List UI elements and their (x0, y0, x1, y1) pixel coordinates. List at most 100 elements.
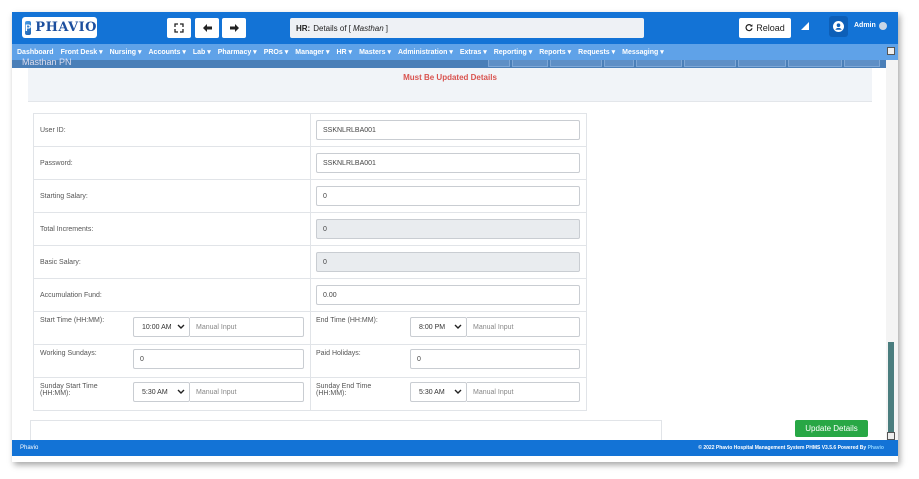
employee-name: Masthan PN (22, 57, 72, 67)
menu-hr[interactable]: HR ▾ (336, 48, 352, 56)
start-time-select[interactable]: 10:00 AM (133, 317, 190, 337)
sunday-end-time-label: Sunday End Time (HH:MM): (316, 383, 371, 397)
sunday-start-time-manual-input[interactable]: Manual Input (190, 382, 304, 402)
logo[interactable]: P PHAVIO (22, 17, 97, 38)
form-row-sundays-holidays: Working Sundays: 0 Paid Holidays: 0 (34, 345, 586, 378)
fullscreen-button[interactable] (167, 18, 191, 38)
end-time-value: 8:00 PM (419, 323, 446, 331)
menu-masters[interactable]: Masters ▾ (359, 48, 391, 56)
menu-reports[interactable]: Reports ▾ (539, 48, 571, 56)
divider (310, 345, 311, 377)
forward-button[interactable] (222, 18, 246, 38)
refresh-icon (745, 24, 753, 32)
sunday-end-time-label-line2: (HH:MM): (316, 390, 347, 397)
form-row-basic-salary: Basic Salary: 0 (34, 246, 586, 279)
screen: P PHAVIO HR: Details of [ Masthan ] Relo… (0, 0, 919, 479)
footer-brand-link[interactable]: Phavio (868, 445, 884, 451)
accumulation-fund-input[interactable]: 0.00 (316, 285, 580, 305)
reload-button[interactable]: Reload (739, 18, 791, 38)
menu-extras[interactable]: Extras ▾ (460, 48, 487, 56)
end-time-manual-input[interactable]: Manual Input (467, 317, 580, 337)
basic-salary-input: 0 (316, 252, 580, 272)
end-time-select[interactable]: 8:00 PM (410, 317, 467, 337)
scrollbar-thumb[interactable] (888, 342, 894, 440)
update-details-button[interactable]: Update Details (795, 420, 868, 437)
signal-icon[interactable] (801, 22, 809, 30)
divider (310, 147, 311, 179)
user-settings-icon[interactable] (879, 22, 887, 30)
sub-tab[interactable] (488, 60, 510, 67)
starting-salary-input[interactable]: 0 (316, 186, 580, 206)
form-row-accumulation-fund: Accumulation Fund: 0.00 (34, 279, 586, 312)
footer-copyright: © 2022 Phavio Hospital Management System… (698, 445, 884, 451)
chevron-down-icon (454, 389, 462, 394)
menu-manager[interactable]: Manager ▾ (295, 48, 329, 56)
end-time-label: End Time (HH:MM): (316, 317, 378, 324)
title-text: Details of [ (313, 23, 352, 33)
main-menu: Dashboard Front Desk ▾ Nursing ▾ Account… (12, 44, 898, 60)
expand-icon (174, 23, 184, 33)
sub-tab[interactable] (636, 60, 682, 67)
form-row-work-time: Start Time (HH:MM): 10:00 AM Manual Inpu… (34, 312, 586, 345)
menu-front-desk[interactable]: Front Desk ▾ (61, 48, 103, 56)
menu-pharmacy[interactable]: Pharmacy ▾ (218, 48, 257, 56)
password-input[interactable]: SSKNLRLBA001 (316, 153, 580, 173)
paid-holidays-label: Paid Holidays: (316, 350, 361, 357)
menu-toggle-icon[interactable] (887, 47, 895, 55)
start-time-manual-input[interactable]: Manual Input (190, 317, 304, 337)
divider (310, 312, 311, 344)
user-name[interactable]: Admin (854, 22, 876, 29)
menu-pros[interactable]: PROs ▾ (264, 48, 289, 56)
sub-tab[interactable] (684, 60, 736, 67)
logo-text: PHAVIO (35, 20, 97, 35)
menu-lab[interactable]: Lab ▾ (193, 48, 211, 56)
page-title-bar: HR: Details of [ Masthan ] (290, 18, 644, 38)
sub-tab[interactable] (738, 60, 786, 67)
paid-holidays-input[interactable]: 0 (410, 349, 580, 369)
sunday-start-time-select[interactable]: 5:30 AM (133, 382, 190, 402)
start-time-label: Start Time (HH:MM): (40, 317, 105, 324)
sub-tab[interactable] (512, 60, 548, 67)
menu-messaging[interactable]: Messaging ▾ (622, 48, 664, 56)
footer: Phavio © 2022 Phavio Hospital Management… (12, 440, 898, 456)
sunday-end-time-manual-input[interactable]: Manual Input (467, 382, 580, 402)
user-icon (833, 21, 844, 32)
chevron-down-icon (454, 324, 462, 329)
menu-nursing[interactable]: Nursing ▾ (110, 48, 142, 56)
sunday-start-time-label: Sunday Start Time (HH:MM): (40, 383, 98, 397)
scroll-corner-icon[interactable] (887, 432, 895, 440)
form-row-starting-salary: Starting Salary: 0 (34, 180, 586, 213)
form-row-sunday-time: Sunday Start Time (HH:MM): 5:30 AM Manua… (34, 378, 586, 411)
accumulation-fund-label: Accumulation Fund: (40, 292, 102, 299)
main-content: Masthan PN Must Be Updated Details User … (12, 57, 886, 440)
start-time-value: 10:00 AM (142, 323, 172, 331)
avatar[interactable] (829, 16, 848, 37)
menu-reporting[interactable]: Reporting ▾ (494, 48, 533, 56)
menu-administration[interactable]: Administration ▾ (398, 48, 453, 56)
sub-tab[interactable] (604, 60, 634, 67)
sunday-end-time-select[interactable]: 5:30 AM (410, 382, 467, 402)
menu-accounts[interactable]: Accounts ▾ (149, 48, 186, 56)
working-sundays-input[interactable]: 0 (133, 349, 304, 369)
notice-message: Must Be Updated Details (403, 73, 497, 82)
bottom-card (30, 420, 662, 440)
footer-app-name: Phavio (20, 445, 39, 451)
sunday-start-time-label-line2: (HH:MM): (40, 390, 71, 397)
form-row-password: Password: SSKNLRLBA001 (34, 147, 586, 180)
divider (310, 246, 311, 278)
menu-dashboard[interactable]: Dashboard (17, 49, 54, 56)
sunday-start-time-value: 5:30 AM (142, 388, 168, 396)
sub-tab[interactable] (788, 60, 842, 67)
working-sundays-label: Working Sundays: (40, 350, 97, 357)
sub-tab[interactable] (550, 60, 602, 67)
form-row-user-id: User ID: SSKNLRLBA001 (34, 114, 586, 147)
user-id-label: User ID: (40, 127, 66, 134)
user-id-input[interactable]: SSKNLRLBA001 (316, 120, 580, 140)
back-button[interactable] (195, 18, 219, 38)
menu-requests[interactable]: Requests ▾ (578, 48, 615, 56)
sub-tab[interactable] (844, 60, 880, 67)
arrow-right-icon (229, 24, 239, 32)
sunday-end-time-label-line1: Sunday End Time (316, 383, 372, 390)
sub-header: Masthan PN (12, 57, 886, 68)
basic-salary-label: Basic Salary: (40, 259, 81, 266)
